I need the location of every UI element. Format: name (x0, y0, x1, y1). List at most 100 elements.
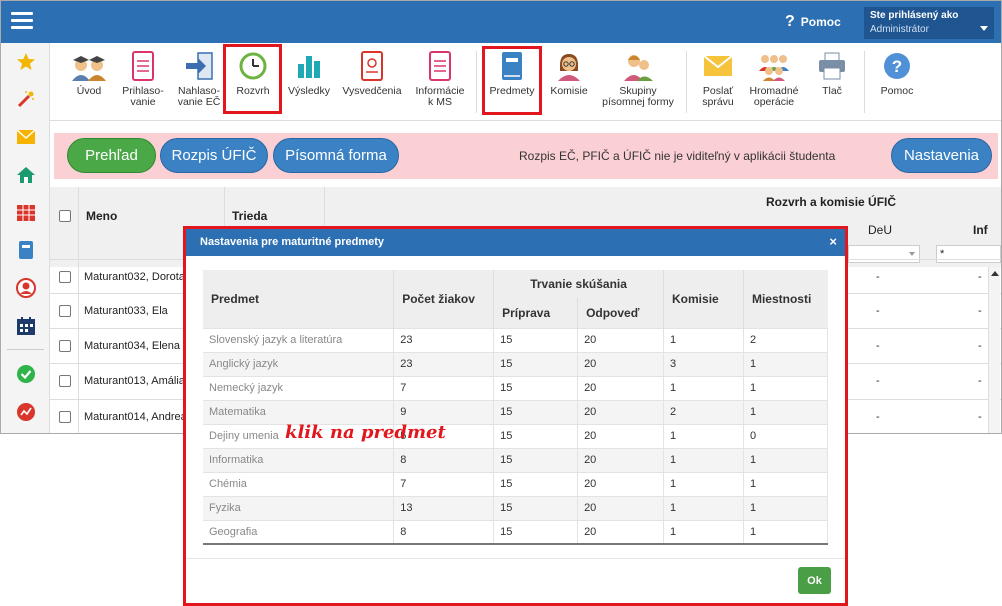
settings-button[interactable]: Nastavenia (891, 138, 992, 173)
row-checkbox[interactable] (59, 375, 71, 387)
star-icon[interactable] (15, 51, 37, 73)
pocet-cell: 23 (393, 327, 495, 352)
subject-name[interactable]: Geografia (203, 519, 395, 545)
annotation-text: klik na predmet (285, 422, 446, 443)
priprava-cell: 15 (493, 351, 579, 376)
priprava-cell: 15 (493, 375, 579, 400)
info-document-icon (410, 49, 470, 83)
toolbar-informacie[interactable]: Informácie k MS (410, 49, 470, 115)
grid-scrollbar[interactable] (988, 267, 1000, 433)
subject-name[interactable]: Matematika (203, 399, 395, 424)
select-all-checkbox[interactable] (59, 210, 71, 222)
toolbar-separator (864, 51, 865, 113)
row-checkbox[interactable] (59, 411, 71, 423)
help-link[interactable]: ? Pomoc (785, 13, 841, 31)
odpoved-cell: 20 (577, 423, 665, 448)
toolbar-pomoc[interactable]: ? Pomoc (870, 49, 924, 115)
certificate-icon (338, 49, 406, 83)
student-name: Maturant033, Ela (84, 305, 168, 317)
visibility-note: Rozpis EČ, PFIČ a ÚFIČ nie je viditeľný … (519, 149, 836, 163)
students-icon (62, 49, 116, 83)
deu-cell: - (876, 271, 880, 283)
toolbar-skupiny[interactable]: Skupiny písomnej formy (598, 49, 678, 115)
subject-row[interactable]: Informatika 8 15 20 1 1 (203, 447, 829, 472)
toolbar-label: Poslať správu (702, 85, 734, 108)
toolbar-nahlasovanie[interactable]: Nahlaso- vanie EČ (172, 49, 226, 115)
envelope-icon[interactable] (15, 126, 37, 148)
row-checkbox[interactable] (59, 305, 71, 317)
sidebar (1, 43, 50, 433)
group-people-icon (598, 49, 678, 83)
user-circle-icon[interactable] (15, 277, 37, 299)
tab-rozpis-ufic[interactable]: Rozpis ÚFIČ (160, 138, 268, 173)
toolbar-tlac[interactable]: Tlač (806, 49, 858, 115)
col-class[interactable]: Trieda (232, 209, 267, 223)
subject-name[interactable]: Slovenský jazyk a literatúra (203, 327, 395, 352)
person-glasses-icon (542, 49, 596, 83)
dialog-title: Nastavenia pre maturitné predmety (200, 236, 385, 248)
subject-name[interactable]: Fyzika (203, 495, 395, 520)
toolbar-label: Výsledky (287, 85, 330, 97)
subject-name[interactable]: Informatika (203, 447, 395, 472)
home-icon[interactable] (15, 164, 37, 186)
toolbar-vysledky[interactable]: Výsledky (282, 49, 336, 115)
subject-name[interactable]: Nemecký jazyk (203, 375, 395, 400)
toolbar-uvod[interactable]: Úvod (62, 49, 116, 115)
subject-name[interactable]: Chémia (203, 471, 395, 496)
subject-row[interactable]: Nemecký jazyk 7 15 20 1 1 (203, 375, 829, 400)
student-name: Maturant034, Elena (84, 340, 181, 352)
col-name[interactable]: Meno (86, 209, 117, 223)
hamburger-menu-icon[interactable] (11, 12, 33, 32)
tab-pisomna-forma[interactable]: Písomná forma (273, 138, 399, 173)
pocet-cell: 7 (393, 375, 495, 400)
highlight-rozvrh (223, 44, 282, 114)
odpoved-cell: 20 (577, 399, 665, 424)
pocet-cell: 9 (393, 399, 495, 424)
toolbar-vysvedcenia[interactable]: Vysvedčenia (338, 49, 406, 115)
priprava-cell: 15 (493, 399, 579, 424)
deu-cell: - (876, 375, 880, 387)
toolbar-label: Vysvedčenia (342, 85, 402, 97)
close-icon[interactable]: × (829, 234, 837, 249)
scroll-up-icon[interactable] (991, 271, 999, 276)
user-label: Ste prihlásený ako (870, 10, 959, 21)
toolbar-prihlasovanie[interactable]: Prihlaso- vanie (116, 49, 170, 115)
subject-row[interactable]: Slovenský jazyk a literatúra 23 15 20 1 2 (203, 327, 829, 352)
subject-row[interactable]: Geografia 8 15 20 1 1 (203, 519, 829, 545)
subject-row[interactable]: Chémia 7 15 20 1 1 (203, 471, 829, 496)
magic-wand-icon[interactable] (15, 88, 37, 110)
toolbar-label: Úvod (76, 85, 102, 97)
calendar-icon[interactable] (15, 315, 37, 337)
ok-button[interactable]: Ok (798, 567, 831, 594)
book-icon[interactable] (15, 239, 37, 261)
chart-circle-icon[interactable] (15, 401, 37, 423)
subject-row[interactable]: Anglický jazyk 23 15 20 3 1 (203, 351, 829, 376)
odpoved-cell: 20 (577, 447, 665, 472)
priprava-cell: 15 (493, 447, 579, 472)
priprava-cell: 15 (493, 519, 579, 545)
toolbar-label: Skupiny písomnej formy (602, 85, 674, 108)
miestnosti-cell: 1 (743, 519, 829, 545)
subject-row[interactable]: Fyzika 13 15 20 1 1 (203, 495, 829, 520)
tab-prehlad[interactable]: Prehľad (67, 138, 156, 173)
col-deu[interactable]: DeU (868, 223, 892, 237)
subject-name[interactable]: Anglický jazyk (203, 351, 395, 376)
toolbar-poslat-spravu[interactable]: Poslať správu (692, 49, 744, 115)
student-name: Maturant014, Andrea (84, 411, 187, 423)
inf-cell: - (978, 340, 982, 352)
row-checkbox[interactable] (59, 340, 71, 352)
user-dropdown[interactable]: Ste prihlásený ako Administrátor (864, 7, 994, 39)
toolbar-hromadne[interactable]: Hromadné operácie (746, 49, 802, 115)
priprava-cell: 15 (493, 327, 579, 352)
subjects-settings-dialog: Nastavenia pre maturitné predmety × Pred… (183, 226, 848, 606)
chevron-down-icon (980, 26, 988, 31)
row-checkbox[interactable] (59, 271, 71, 283)
calendar-grid-icon[interactable] (15, 202, 37, 224)
col-inf[interactable]: Inf (973, 223, 988, 237)
pocet-cell: 8 (393, 447, 495, 472)
toolbar-komisie[interactable]: Komisie (542, 49, 596, 115)
inf-cell: - (978, 375, 982, 387)
check-circle-icon[interactable] (15, 363, 37, 385)
toolbar-label: Komisie (550, 85, 588, 97)
subject-row[interactable]: Matematika 9 15 20 2 1 (203, 399, 829, 424)
